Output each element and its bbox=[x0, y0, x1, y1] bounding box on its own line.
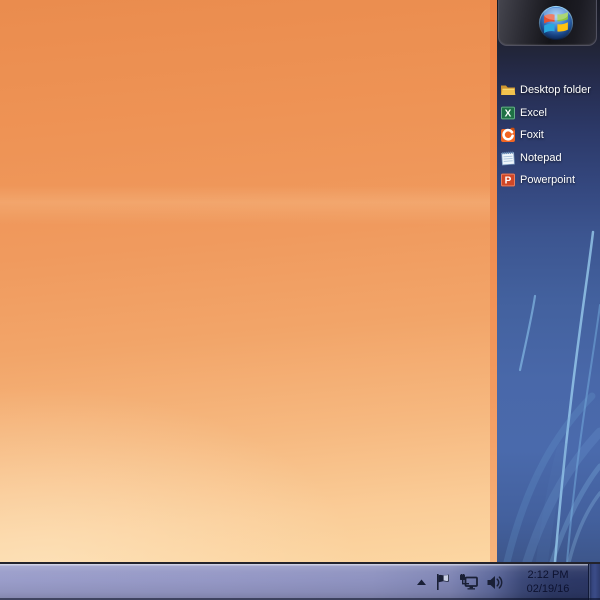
taskbar: 2:12 PM 02/19/16 bbox=[0, 562, 600, 600]
shortcut-excel[interactable]: X Excel bbox=[500, 102, 600, 125]
excel-icon: X bbox=[500, 105, 516, 121]
shortcut-label: Excel bbox=[520, 107, 547, 119]
wallpaper-edge-glow bbox=[490, 0, 497, 562]
shortcut-desktop-folder[interactable]: Desktop folder bbox=[500, 79, 600, 102]
clock-date: 02/19/16 bbox=[515, 582, 581, 596]
shortcut-powerpoint[interactable]: P Powerpoint bbox=[500, 169, 600, 192]
start-orb-panel bbox=[498, 0, 597, 46]
shortcut-foxit[interactable]: Foxit bbox=[500, 124, 600, 147]
network-icon[interactable] bbox=[459, 574, 478, 590]
foxit-icon bbox=[500, 127, 516, 143]
system-tray bbox=[416, 564, 503, 600]
shortcut-label: Desktop folder bbox=[520, 84, 591, 96]
folder-icon bbox=[500, 82, 516, 98]
clock-time: 2:12 PM bbox=[515, 568, 581, 582]
show-desktop-button[interactable] bbox=[588, 564, 600, 600]
windows-start-orb[interactable] bbox=[537, 4, 575, 42]
taskbar-clock[interactable]: 2:12 PM 02/19/16 bbox=[515, 568, 581, 596]
desktop-shortcut-list: Desktop folder X Excel Foxit bbox=[500, 79, 600, 192]
desktop-sidebar: Desktop folder X Excel Foxit bbox=[497, 0, 600, 562]
show-hidden-icons-icon[interactable] bbox=[416, 579, 427, 586]
powerpoint-icon: P bbox=[500, 172, 516, 188]
action-center-flag-icon[interactable] bbox=[436, 574, 450, 591]
shortcut-label: Powerpoint bbox=[520, 174, 575, 186]
notepad-icon bbox=[500, 150, 516, 166]
volume-icon[interactable] bbox=[487, 575, 503, 590]
shortcut-label: Foxit bbox=[520, 129, 544, 141]
shortcut-label: Notepad bbox=[520, 152, 562, 164]
shortcut-notepad[interactable]: Notepad bbox=[500, 147, 600, 170]
svg-text:P: P bbox=[505, 176, 512, 187]
svg-text:X: X bbox=[505, 108, 512, 119]
